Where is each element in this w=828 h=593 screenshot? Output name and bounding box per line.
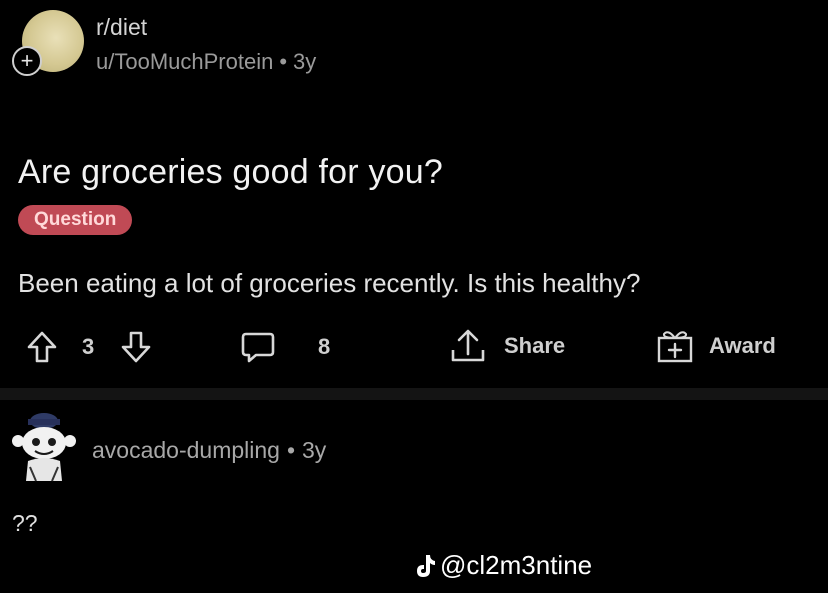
flair-badge[interactable]: Question	[18, 205, 133, 235]
meta-separator: •	[279, 49, 288, 74]
share-label: Share	[504, 333, 566, 358]
comment-author[interactable]: avocado-dumpling	[92, 437, 280, 463]
post-age: 3y	[293, 49, 317, 74]
comment-bubble-icon	[241, 332, 275, 363]
downvote-button[interactable]	[120, 330, 152, 364]
comment-separator: •	[286, 437, 296, 463]
upvote-button[interactable]	[26, 330, 58, 364]
join-plus-icon[interactable]: +	[12, 46, 42, 76]
watermark-handle: @cl2m3ntine	[440, 550, 593, 580]
tiktok-icon	[417, 554, 435, 577]
share-icon	[451, 329, 485, 362]
snoo-avatar-icon	[12, 413, 76, 482]
gift-icon	[657, 331, 693, 363]
award-label: Award	[709, 333, 776, 358]
subreddit-name[interactable]: r/diet	[96, 14, 147, 41]
share-button[interactable]: Share	[448, 328, 565, 364]
arrow-up-icon	[27, 331, 57, 363]
post-body: Been eating a lot of groceries recently.…	[18, 268, 641, 298]
comment-body: ??	[12, 510, 38, 536]
vote-count: 3	[82, 334, 95, 359]
post-meta: u/TooMuchProtein • 3y	[96, 49, 316, 75]
comment-count: 8	[318, 334, 331, 359]
comment-meta: avocado-dumpling • 3y	[92, 437, 326, 464]
comments-button[interactable]	[240, 330, 276, 364]
section-divider	[0, 388, 828, 400]
arrow-down-icon	[121, 331, 151, 363]
action-bar: 3 8 Share Award	[0, 322, 828, 372]
commenter-avatar[interactable]	[10, 405, 78, 485]
subreddit-avatar[interactable]: +	[12, 8, 84, 78]
post-title[interactable]: Are groceries good for you?	[18, 153, 443, 192]
post-author[interactable]: u/TooMuchProtein	[96, 49, 273, 74]
comment-age: 3y	[302, 437, 327, 463]
watermark: @cl2m3ntine	[414, 550, 592, 581]
award-button[interactable]: Award	[655, 328, 776, 364]
